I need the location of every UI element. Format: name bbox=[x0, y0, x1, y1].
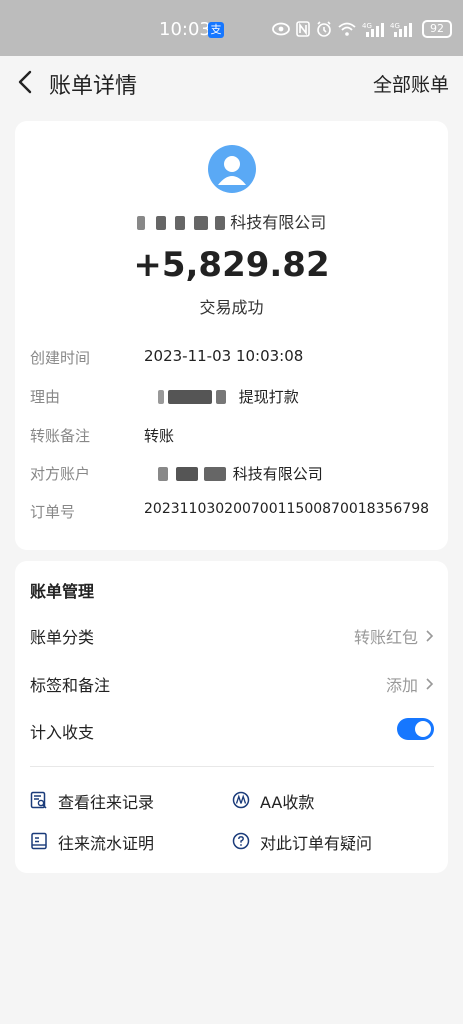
all-bills-link[interactable]: 全部账单 bbox=[373, 70, 449, 97]
redaction-mask bbox=[136, 216, 145, 230]
status-time: 10:03 bbox=[159, 19, 211, 40]
redaction-mask bbox=[155, 216, 166, 230]
detail-value: 20231103020070011500870018356798 bbox=[144, 501, 430, 517]
bill-management-card: 账单管理 账单分类 转账红包 标签和备注 添加 计入收支 查看往来记录 AA收款… bbox=[15, 561, 448, 873]
row-value: 转账红包 bbox=[353, 628, 418, 647]
count-in-balance-toggle[interactable] bbox=[397, 718, 434, 740]
action-label: 对此订单有疑问 bbox=[260, 834, 373, 853]
redaction-mask bbox=[176, 467, 198, 481]
toggle-knob bbox=[415, 721, 431, 737]
history-icon bbox=[30, 791, 47, 809]
tags-notes-row[interactable]: 标签和备注 添加 bbox=[30, 672, 434, 696]
statement-icon bbox=[31, 832, 47, 850]
redaction-mask bbox=[158, 467, 168, 481]
bill-detail-card: 科技有限公司 +5,829.82 交易成功 创建时间 2023-11-03 10… bbox=[15, 121, 448, 550]
svg-text:4G: 4G bbox=[390, 22, 400, 30]
detail-value: 转账 bbox=[144, 427, 175, 445]
avatar bbox=[208, 145, 256, 193]
action-label: 查看往来记录 bbox=[58, 793, 155, 812]
row-label: 标签和备注 bbox=[30, 676, 111, 695]
nfc-icon bbox=[296, 21, 310, 37]
detail-label: 理由 bbox=[30, 388, 61, 406]
4g-signal-icon: 4G bbox=[390, 22, 412, 37]
wifi-icon bbox=[338, 22, 356, 36]
nav-bar: 账单详情 全部账单 bbox=[0, 56, 463, 112]
redaction-mask bbox=[168, 390, 212, 404]
section-title: 账单管理 bbox=[30, 582, 95, 601]
detail-value-wrap: 提现打款 bbox=[158, 386, 299, 407]
redaction-mask bbox=[158, 390, 164, 404]
redaction-mask bbox=[174, 216, 185, 230]
divider bbox=[30, 766, 434, 767]
bill-category-row[interactable]: 账单分类 转账红包 bbox=[30, 624, 434, 648]
page-title: 账单详情 bbox=[49, 74, 138, 99]
redaction-mask bbox=[216, 390, 226, 404]
chevron-right-icon bbox=[426, 630, 434, 642]
chevron-right-icon bbox=[426, 678, 434, 690]
alarm-icon bbox=[317, 21, 331, 37]
action-label: 往来流水证明 bbox=[58, 834, 155, 853]
status-icons: 4G 4G 92 bbox=[272, 20, 452, 38]
4g-signal-icon: 4G bbox=[362, 22, 384, 37]
action-label: AA收款 bbox=[260, 793, 315, 812]
detail-value-wrap: 科技有限公司 bbox=[158, 463, 323, 484]
detail-value: 提现打款 bbox=[238, 388, 299, 406]
back-arrow-icon[interactable] bbox=[14, 68, 40, 96]
redaction-mask bbox=[194, 216, 209, 230]
question-icon bbox=[232, 832, 250, 850]
transaction-status: 交易成功 bbox=[199, 298, 264, 317]
count-in-balance-row: 计入收支 bbox=[30, 718, 434, 743]
battery-indicator: 92 bbox=[422, 20, 452, 38]
merchant-name: 科技有限公司 bbox=[15, 209, 448, 233]
detail-value: 2023-11-03 10:03:08 bbox=[144, 347, 304, 365]
svg-text:4G: 4G bbox=[362, 22, 372, 30]
row-label: 账单分类 bbox=[30, 628, 95, 647]
detail-value: 科技有限公司 bbox=[232, 465, 323, 483]
detail-label: 对方账户 bbox=[30, 465, 91, 483]
row-value: 添加 bbox=[385, 676, 418, 695]
detail-label: 转账备注 bbox=[30, 427, 91, 445]
aa-icon bbox=[232, 791, 250, 809]
alipay-app-icon: 支 bbox=[208, 22, 224, 38]
detail-label: 订单号 bbox=[30, 503, 76, 521]
user-icon bbox=[218, 156, 246, 185]
amount: +5,829.82 bbox=[133, 245, 330, 285]
redaction-mask bbox=[215, 216, 226, 230]
eye-icon bbox=[272, 22, 290, 36]
row-label: 计入收支 bbox=[30, 723, 95, 742]
redaction-mask bbox=[204, 467, 226, 481]
detail-label: 创建时间 bbox=[30, 349, 91, 367]
status-bar: 10:03 支 4G 4G 92 bbox=[0, 0, 463, 56]
merchant-name-suffix: 科技有限公司 bbox=[230, 213, 327, 232]
